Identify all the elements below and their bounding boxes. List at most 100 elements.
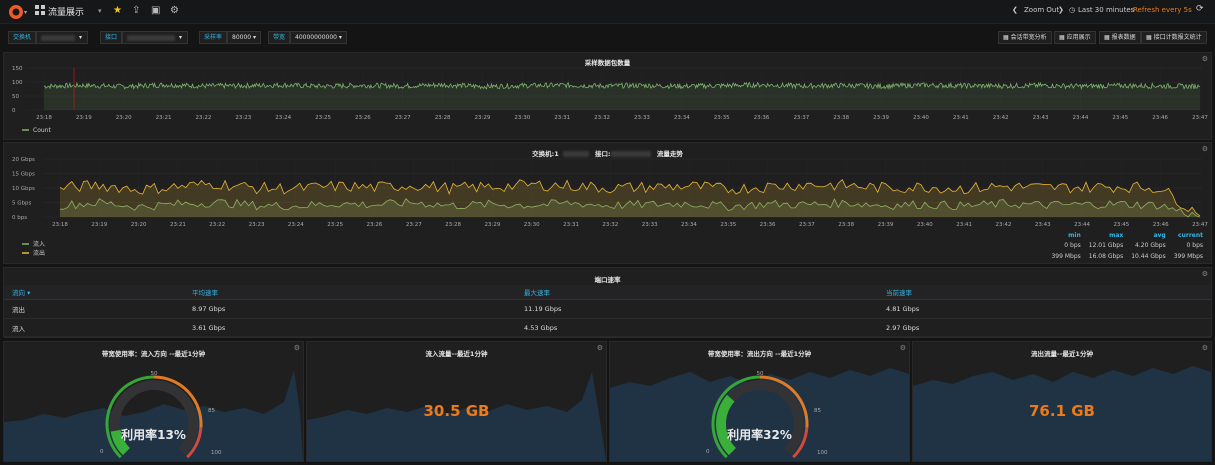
star-icon[interactable]: ★ [113, 5, 122, 16]
gauge-in-panel: 带宽使用率：流入方向 --最近1分钟 ⚙ 50 85 100 0 利用率13% [3, 341, 304, 462]
dashlink-report-data[interactable]: ▦ 报表数据 [1099, 31, 1141, 44]
sample-rate-label: 采样率 [199, 31, 228, 44]
x-tick-label: 23:29 [475, 115, 491, 121]
column-header-max-rate[interactable]: 最大速率 [516, 285, 878, 300]
x-tick-label: 23:39 [873, 115, 889, 121]
x-tick-label: 23:24 [288, 222, 304, 228]
bandwidth-select[interactable]: 40000000000 ▾ [290, 31, 347, 44]
y-tick-label: 10 Gbps [12, 186, 35, 192]
x-tick-label: 23:20 [131, 222, 147, 228]
x-tick-label: 23:26 [367, 222, 383, 228]
switch-variable-select[interactable]: ▾ [36, 31, 88, 44]
sample-count-panel: 采样数据包数量 ⚙ 150 100 50 0 23:18 23:19 23:20 23:21 2… [3, 52, 1212, 140]
gauge-tick-0: 0 [100, 449, 104, 455]
column-header-direction[interactable]: 流向 ▾ [4, 285, 184, 300]
x-tick-label: 23:45 [1112, 115, 1128, 121]
x-tick-label: 23:41 [953, 115, 969, 121]
y-tick-label: 100 [12, 80, 23, 86]
gauge-in-value: 利用率13% [121, 428, 186, 442]
column-header-current-rate[interactable]: 当前速率 [878, 285, 1211, 300]
stats-header-current[interactable]: current [1170, 231, 1207, 240]
x-tick-label: 23:24 [275, 115, 291, 121]
y-tick-label: 20 Gbps [12, 157, 35, 163]
refresh-icon[interactable]: ⟳ [1196, 4, 1204, 14]
zoom-out-button[interactable]: Zoom Out [1024, 6, 1059, 14]
gauge-tick-100: 100 [211, 450, 222, 456]
x-tick-label: 23:22 [196, 115, 212, 121]
x-tick-label: 23:21 [170, 222, 186, 228]
x-tick-label: 23:33 [634, 115, 650, 121]
table-row: 流入 3.61 Gbps 4.53 Gbps 2.97 Gbps [4, 318, 1211, 338]
x-tick-label: 23:33 [642, 222, 658, 228]
zoom-back-icon[interactable]: ❮ [1012, 6, 1018, 14]
settings-gear-icon[interactable]: ⚙ [170, 5, 179, 16]
gauge-in-visual: 50 85 100 0 [4, 370, 303, 461]
x-tick-label: 23:41 [956, 222, 972, 228]
x-tick-label: 23:27 [395, 115, 411, 121]
sample-count-chart[interactable]: 150 100 50 0 23:18 23:19 23:20 23:21 23:22 23:23 2… [4, 53, 1211, 139]
x-tick-label: 23:43 [1033, 115, 1049, 121]
stats-header-min[interactable]: min [1047, 231, 1084, 240]
table-cell: 4.53 Gbps [516, 318, 878, 338]
x-tick-label: 23:36 [760, 222, 776, 228]
x-tick-label: 23:29 [484, 222, 500, 228]
stats-row-in: 0 bps 12.01 Gbps 4.20 Gbps 0 bps [1047, 240, 1207, 251]
x-tick-label: 23:36 [754, 115, 770, 121]
x-tick-label: 23:31 [554, 115, 570, 121]
x-tick-label: 23:35 [714, 115, 730, 121]
stats-header-max[interactable]: max [1085, 231, 1127, 240]
x-tick-label: 23:23 [249, 222, 265, 228]
gauge-out-value: 利用率32% [727, 428, 792, 442]
stat-in-value: 30.5 GB [423, 402, 490, 420]
switch-variable-label: 交换机 [8, 31, 37, 44]
table-row: 流出 8.97 Gbps 11.19 Gbps 4.81 Gbps [4, 299, 1211, 319]
dashlink-session-bandwidth[interactable]: ▦ 会话带宽分析 [998, 31, 1052, 44]
gauge-tick-85: 85 [814, 408, 821, 414]
column-header-avg-rate[interactable]: 平均速率 [184, 285, 516, 300]
dashboard-title[interactable]: 流量展示 [48, 5, 84, 18]
dashlink-app-display[interactable]: ▦ 应用展示 [1054, 31, 1096, 44]
dashlink-port-counter[interactable]: ▦ 接口计数报文统计 [1141, 31, 1207, 44]
x-tick-label: 23:39 [878, 222, 894, 228]
x-tick-label: 23:37 [793, 115, 809, 121]
stat-in-panel: 流入流量--最近1分钟 ⚙ 30.5 GB [306, 341, 607, 462]
x-tick-label: 23:47 [1192, 115, 1208, 121]
share-icon[interactable]: ⇪ [132, 5, 140, 16]
y-tick-label: 0 bps [12, 215, 27, 221]
dashboard-grid-icon [35, 5, 45, 15]
port-variable-label: 接口 [100, 31, 123, 44]
stats-cell: 10.44 Gbps [1131, 253, 1166, 260]
x-tick-label: 23:38 [833, 115, 849, 121]
panel-menu-icon[interactable]: ⚙ [1202, 270, 1208, 278]
x-tick-label: 23:19 [91, 222, 107, 228]
stats-cell: 0 bps [1064, 242, 1081, 249]
x-tick-label: 23:18 [36, 115, 52, 121]
traffic-trend-chart[interactable]: 20 Gbps 15 Gbps 10 Gbps 5 Gbps 0 bps 23:18 23:… [4, 143, 1211, 263]
save-icon[interactable]: ▣ [151, 5, 160, 16]
port-variable-select[interactable]: ▾ [122, 31, 188, 44]
x-tick-label: 23:46 [1153, 222, 1169, 228]
y-tick-label: 150 [12, 66, 23, 72]
stats-header-avg[interactable]: avg [1127, 231, 1169, 240]
chevron-down-icon[interactable]: ▾ [98, 7, 102, 15]
gauge-tick-85: 85 [208, 408, 215, 414]
x-tick-label: 23:21 [156, 115, 172, 121]
x-tick-label: 23:28 [435, 115, 451, 121]
x-tick-label: 23:32 [602, 222, 618, 228]
legend-stats-table: min max avg current 0 bps 12.01 Gbps 4.2… [1047, 231, 1207, 262]
port-rate-table: 流向 ▾ 平均速率 最大速率 当前速率 流出 8.97 Gbps 11.19 G… [4, 285, 1211, 338]
stat-out-panel: 流出流量--最近1分钟 ⚙ 76.1 GB [912, 341, 1212, 462]
time-range-picker[interactable]: Last 30 minutes [1078, 6, 1134, 14]
sample-rate-select[interactable]: 80000 ▾ [227, 31, 262, 44]
stats-cell: 16.08 Gbps [1088, 253, 1124, 260]
zoom-forward-icon[interactable]: ❯ [1058, 6, 1064, 14]
x-tick-label: 23:32 [594, 115, 610, 121]
grafana-logo-icon[interactable]: ▾ [6, 2, 30, 22]
x-tick-label: 23:23 [235, 115, 251, 121]
legend-label: 流入 [33, 240, 45, 248]
x-tick-label: 23:46 [1152, 115, 1168, 121]
x-tick-label: 23:47 [1192, 222, 1208, 228]
stats-cell: 0 bps [1186, 242, 1203, 249]
refresh-interval[interactable]: Refresh every 5s [1133, 6, 1192, 14]
x-tick-label: 23:31 [563, 222, 579, 228]
